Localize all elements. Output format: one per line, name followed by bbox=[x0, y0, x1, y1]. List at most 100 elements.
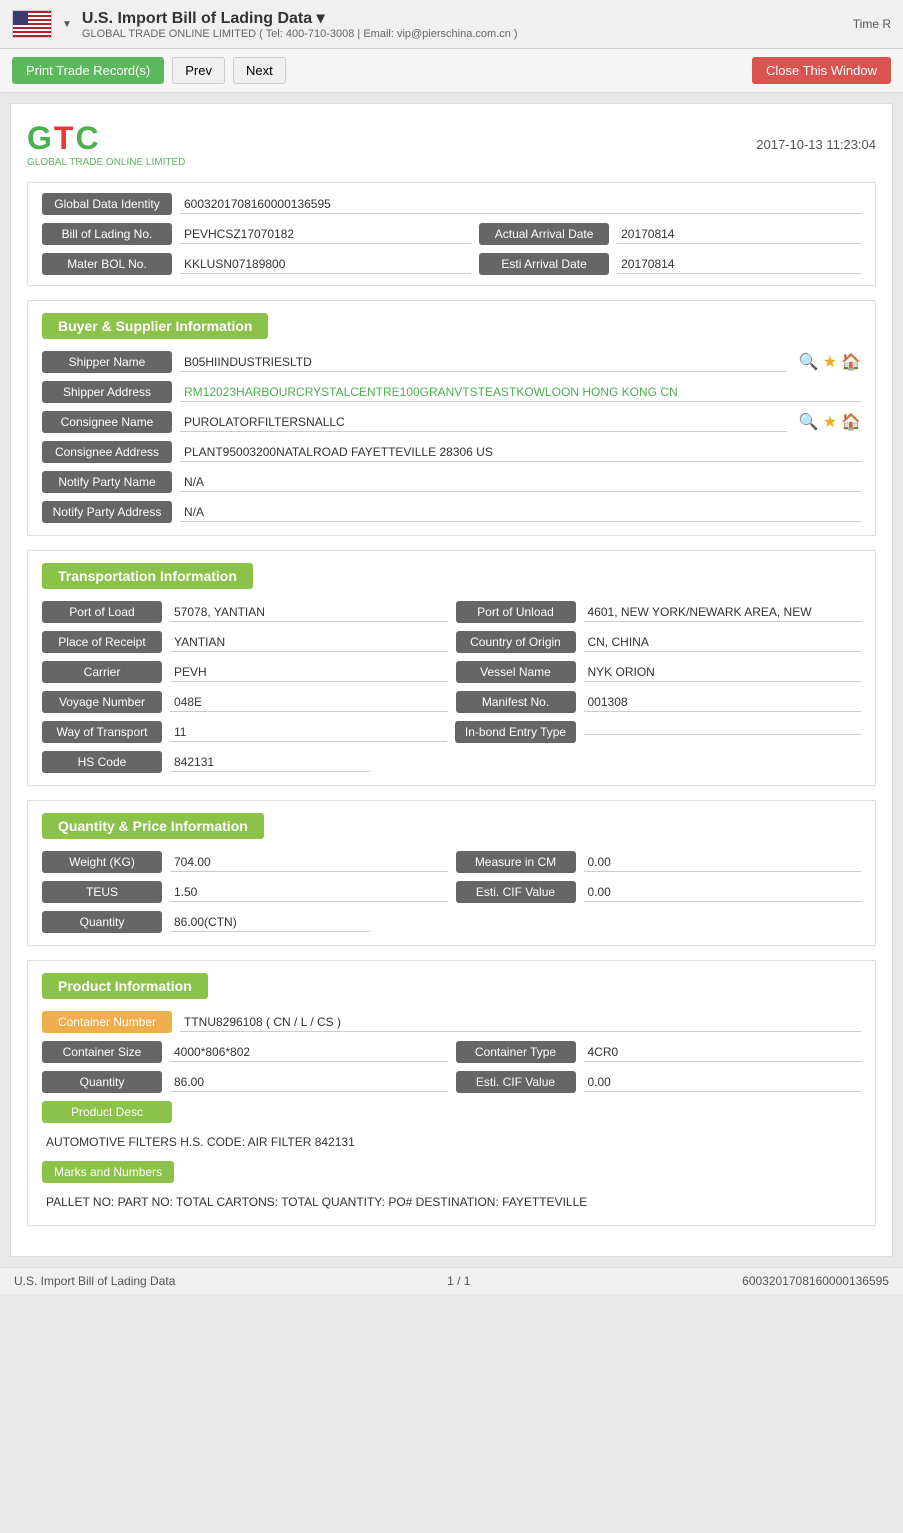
product-esti-cif-value: 0.00 bbox=[584, 1073, 862, 1092]
logo-icon3: C bbox=[75, 120, 96, 157]
logo-area: G T C GLOBAL TRADE ONLINE LIMITED 2017-1… bbox=[27, 120, 876, 168]
product-header: Product Information bbox=[42, 973, 861, 1011]
notify-addr-value: N/A bbox=[180, 503, 861, 522]
consignee-name-label: Consignee Name bbox=[42, 411, 172, 433]
shipper-name-label: Shipper Name bbox=[42, 351, 172, 373]
country-origin-label: Country of Origin bbox=[456, 631, 576, 653]
global-data-value: 6003201708160000136595 bbox=[180, 195, 861, 214]
logo: G T C GLOBAL TRADE ONLINE LIMITED bbox=[27, 120, 185, 168]
logo-company: GLOBAL TRADE ONLINE LIMITED bbox=[27, 157, 185, 168]
dropdown-arrow[interactable]: ▼ bbox=[62, 19, 72, 30]
shipper-search-icon[interactable]: 🔍 bbox=[799, 352, 819, 372]
main-content: G T C GLOBAL TRADE ONLINE LIMITED 2017-1… bbox=[10, 103, 893, 1257]
top-header: ▼ U.S. Import Bill of Lading Data ▾ GLOB… bbox=[0, 0, 903, 49]
bol-row: Bill of Lading No. PEVHCSZ17070182 Actua… bbox=[42, 223, 861, 245]
carrier-value: PEVH bbox=[170, 663, 448, 682]
container-number-row: Container Number TTNU8296108 ( CN / L / … bbox=[42, 1011, 861, 1033]
country-origin-value: CN, CHINA bbox=[584, 633, 862, 652]
shipper-icons: 🔍 ★ 🏠 bbox=[799, 352, 861, 372]
weight-value: 704.00 bbox=[170, 853, 448, 872]
actual-arrival-label: Actual Arrival Date bbox=[479, 223, 609, 245]
product-desc-button[interactable]: Product Desc bbox=[42, 1101, 172, 1123]
page-footer: U.S. Import Bill of Lading Data 1 / 1 60… bbox=[0, 1267, 903, 1294]
marks-value: PALLET NO: PART NO: TOTAL CARTONS: TOTAL… bbox=[46, 1191, 861, 1213]
consignee-star-icon[interactable]: ★ bbox=[823, 412, 837, 432]
title-area: U.S. Import Bill of Lading Data ▾ GLOBAL… bbox=[82, 8, 843, 40]
logo-icon2: T bbox=[54, 120, 72, 157]
place-receipt-value: YANTIAN bbox=[170, 633, 448, 652]
notify-addr-label: Notify Party Address bbox=[42, 501, 172, 523]
prev-button[interactable]: Prev bbox=[172, 57, 225, 84]
manifest-value: 001308 bbox=[584, 693, 862, 712]
container-number-value: TTNU8296108 ( CN / L / CS ) bbox=[180, 1013, 861, 1032]
shipper-name-row: Shipper Name B05HIINDUSTRIESLTD 🔍 ★ 🏠 bbox=[42, 351, 861, 373]
esti-cif-value: 0.00 bbox=[584, 883, 862, 902]
container-size-row: Container Size 4000*806*802 Container Ty… bbox=[42, 1041, 861, 1063]
measure-value: 0.00 bbox=[584, 853, 862, 872]
container-type-label: Container Type bbox=[456, 1041, 576, 1063]
consignee-icons: 🔍 ★ 🏠 bbox=[799, 412, 861, 432]
product-desc-row: Product Desc bbox=[42, 1101, 861, 1123]
master-bol-value: KKLUSN07189800 bbox=[180, 255, 471, 274]
vessel-name-label: Vessel Name bbox=[456, 661, 576, 683]
port-load-label: Port of Load bbox=[42, 601, 162, 623]
container-size-value: 4000*806*802 bbox=[170, 1043, 448, 1062]
hs-code-value: 842131 bbox=[170, 753, 370, 772]
quantity-value: 86.00(CTN) bbox=[170, 913, 370, 932]
way-transport-value: 11 bbox=[170, 723, 447, 742]
marks-row: Marks and Numbers bbox=[42, 1161, 861, 1183]
voyage-value: 048E bbox=[170, 693, 448, 712]
esti-cif-label: Esti. CIF Value bbox=[456, 881, 576, 903]
toolbar: Print Trade Record(s) Prev Next Close Th… bbox=[0, 49, 903, 93]
shipper-star-icon[interactable]: ★ bbox=[823, 352, 837, 372]
master-bol-row: Mater BOL No. KKLUSN07189800 Esti Arriva… bbox=[42, 253, 861, 275]
shipper-home-icon[interactable]: 🏠 bbox=[841, 352, 861, 372]
manifest-label: Manifest No. bbox=[456, 691, 576, 713]
voyage-row: Voyage Number 048E Manifest No. 001308 bbox=[42, 691, 861, 713]
shipper-addr-label: Shipper Address bbox=[42, 381, 172, 403]
notify-addr-row: Notify Party Address N/A bbox=[42, 501, 861, 523]
consignee-addr-label: Consignee Address bbox=[42, 441, 172, 463]
page-title: U.S. Import Bill of Lading Data ▾ bbox=[82, 8, 843, 28]
hs-code-row: HS Code 842131 bbox=[42, 751, 861, 773]
transportation-section: Transportation Information Port of Load … bbox=[27, 550, 876, 786]
weight-label: Weight (KG) bbox=[42, 851, 162, 873]
product-desc-value: AUTOMOTIVE FILTERS H.S. CODE: AIR FILTER… bbox=[46, 1131, 861, 1153]
consignee-home-icon[interactable]: 🏠 bbox=[841, 412, 861, 432]
measure-label: Measure in CM bbox=[456, 851, 576, 873]
identity-box: Global Data Identity 6003201708160000136… bbox=[27, 182, 876, 286]
container-type-value: 4CR0 bbox=[584, 1043, 862, 1062]
teus-value: 1.50 bbox=[170, 883, 448, 902]
teus-label: TEUS bbox=[42, 881, 162, 903]
transportation-title: Transportation Information bbox=[42, 563, 253, 589]
port-row: Port of Load 57078, YANTIAN Port of Unlo… bbox=[42, 601, 861, 623]
print-button[interactable]: Print Trade Record(s) bbox=[12, 57, 164, 84]
close-button[interactable]: Close This Window bbox=[752, 57, 891, 84]
product-quantity-value: 86.00 bbox=[170, 1073, 448, 1092]
bol-label: Bill of Lading No. bbox=[42, 223, 172, 245]
hs-code-label: HS Code bbox=[42, 751, 162, 773]
consignee-search-icon[interactable]: 🔍 bbox=[799, 412, 819, 432]
product-quantity-label: Quantity bbox=[42, 1071, 162, 1093]
product-esti-cif-label: Esti. CIF Value bbox=[456, 1071, 576, 1093]
container-number-button[interactable]: Container Number bbox=[42, 1011, 172, 1033]
logo-icon: G bbox=[27, 120, 50, 157]
shipper-addr-row: Shipper Address RM12023HARBOURCRYSTALCEN… bbox=[42, 381, 861, 403]
way-transport-row: Way of Transport 11 In-bond Entry Type bbox=[42, 721, 861, 743]
receipt-row: Place of Receipt YANTIAN Country of Orig… bbox=[42, 631, 861, 653]
next-button[interactable]: Next bbox=[233, 57, 286, 84]
place-receipt-label: Place of Receipt bbox=[42, 631, 162, 653]
shipper-addr-value: RM12023HARBOURCRYSTALCENTRE100GRANVTSTEA… bbox=[180, 383, 861, 402]
transportation-header: Transportation Information bbox=[42, 563, 861, 601]
footer-left: U.S. Import Bill of Lading Data bbox=[14, 1274, 175, 1288]
teus-row: TEUS 1.50 Esti. CIF Value 0.00 bbox=[42, 881, 861, 903]
carrier-label: Carrier bbox=[42, 661, 162, 683]
product-quantity-row: Quantity 86.00 Esti. CIF Value 0.00 bbox=[42, 1071, 861, 1093]
consignee-name-row: Consignee Name PUROLATORFILTERSNALLC 🔍 ★… bbox=[42, 411, 861, 433]
global-data-label: Global Data Identity bbox=[42, 193, 172, 215]
buyer-supplier-section: Buyer & Supplier Information Shipper Nam… bbox=[27, 300, 876, 536]
marks-button[interactable]: Marks and Numbers bbox=[42, 1161, 174, 1183]
page-subtitle: GLOBAL TRADE ONLINE LIMITED ( Tel: 400-7… bbox=[82, 28, 843, 40]
shipper-name-value: B05HIINDUSTRIESLTD bbox=[180, 353, 787, 372]
container-size-label: Container Size bbox=[42, 1041, 162, 1063]
